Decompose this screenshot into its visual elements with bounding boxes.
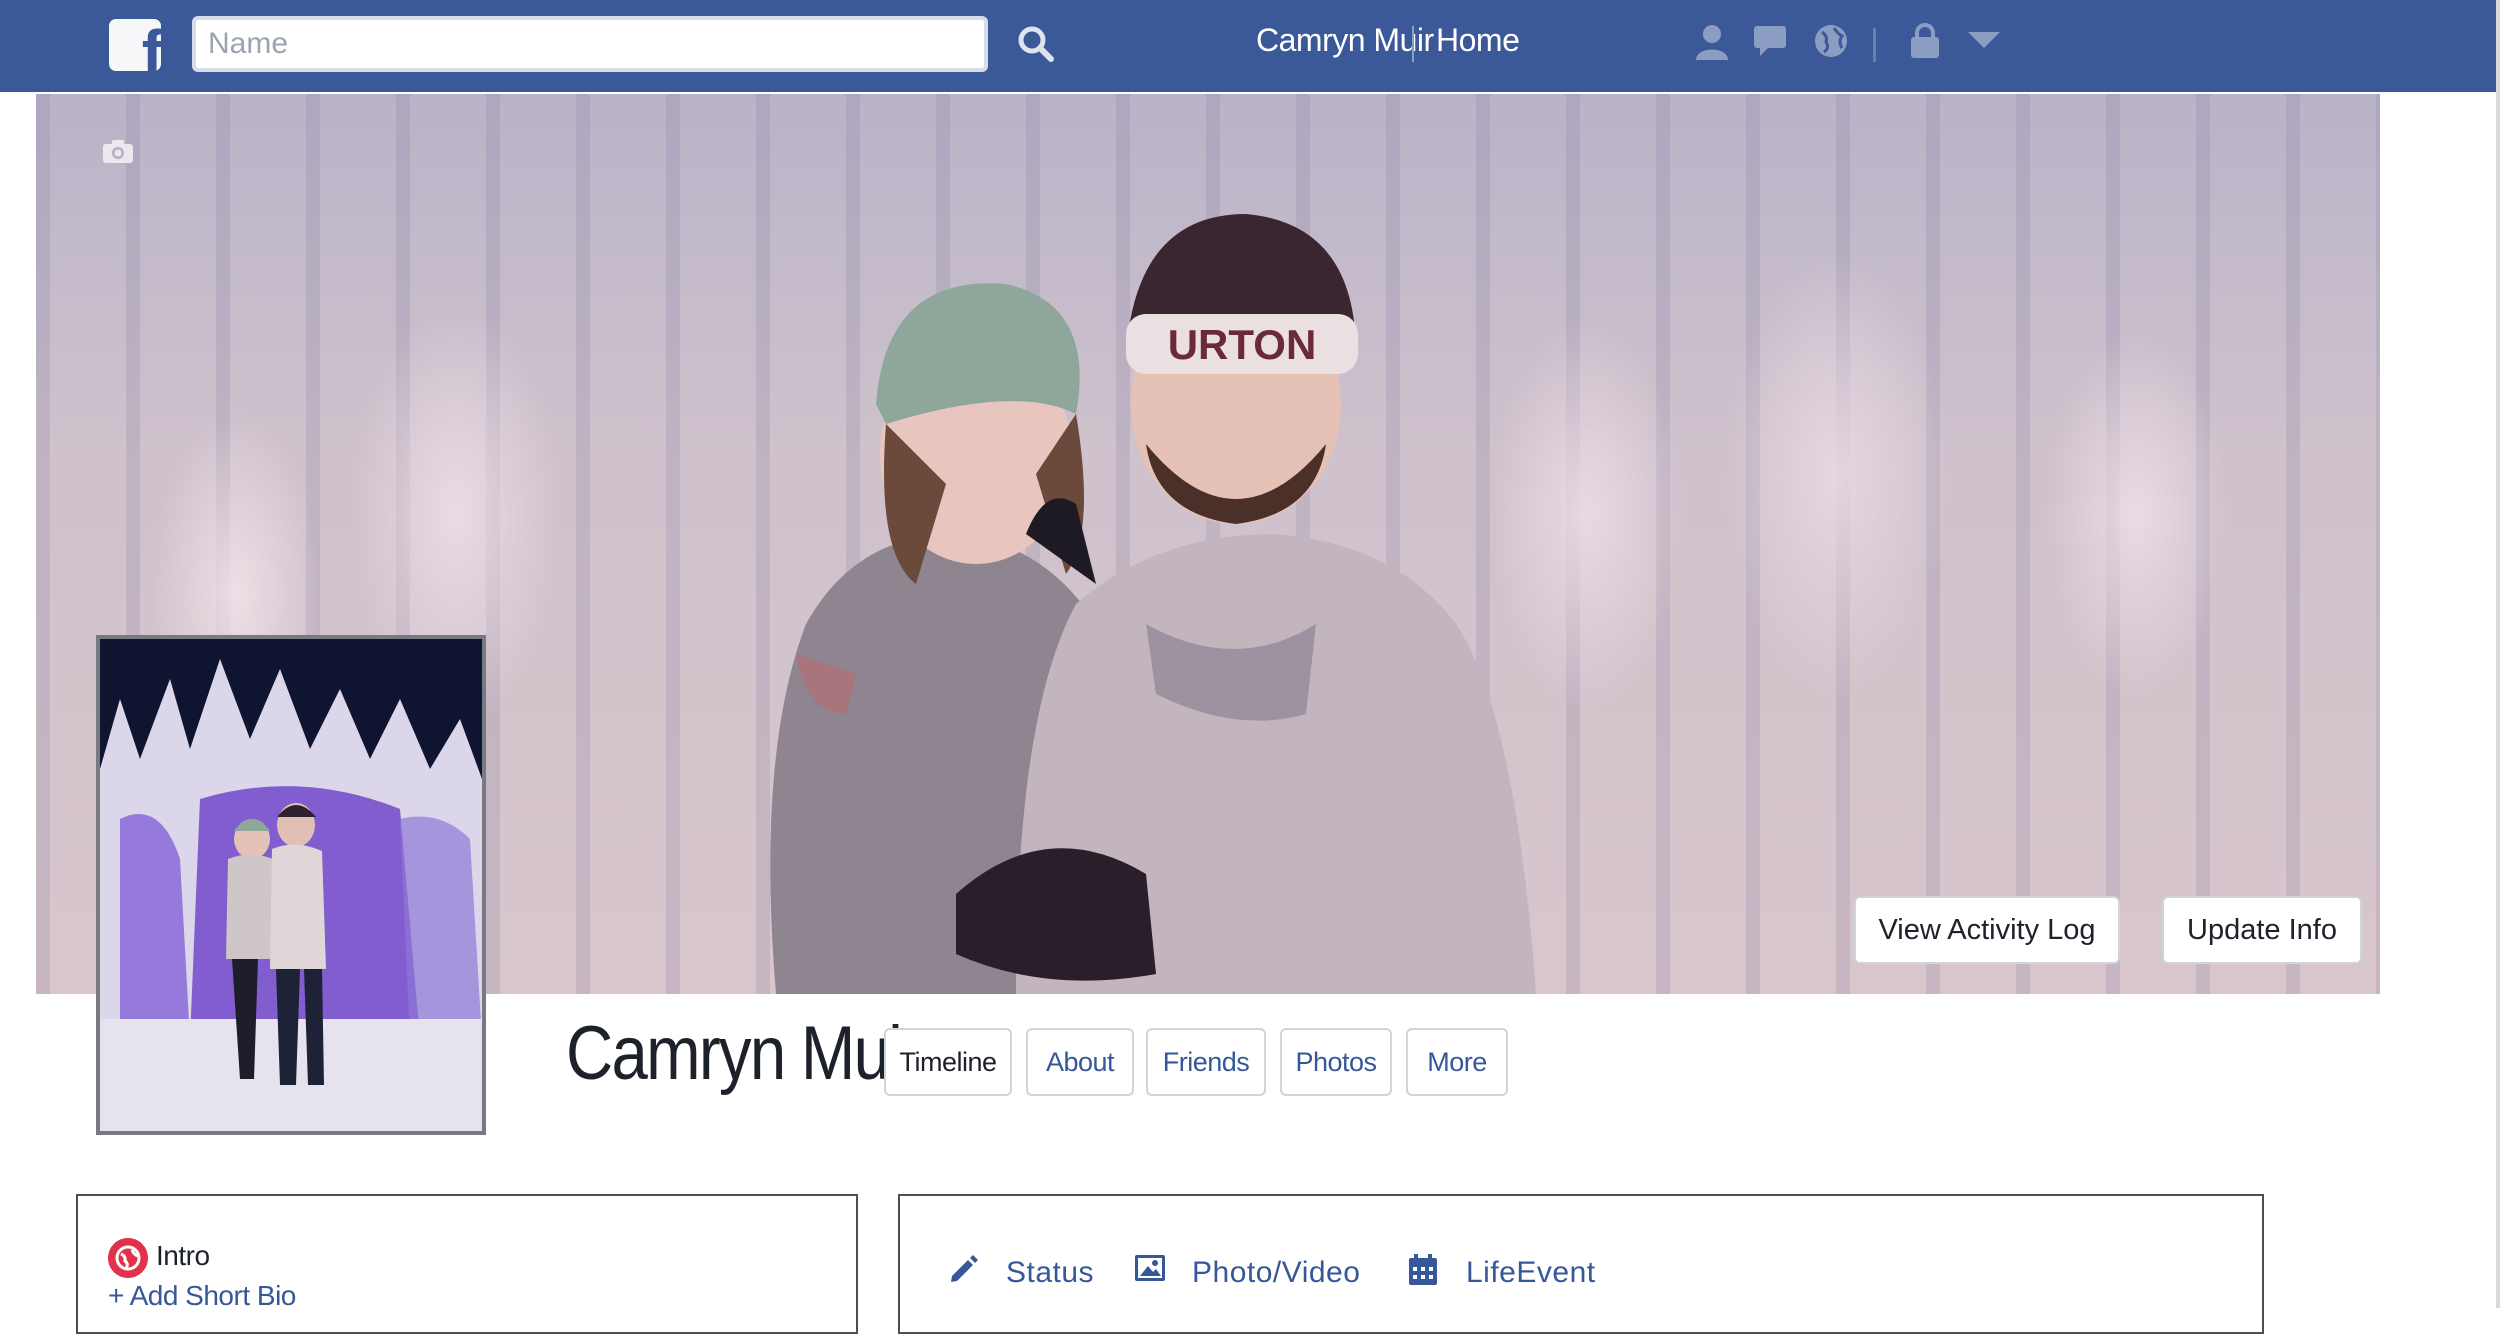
search-icon[interactable]: [1016, 24, 1056, 64]
svg-text:URTON: URTON: [1168, 321, 1317, 368]
account-menu-chevron-icon[interactable]: [1968, 32, 2000, 50]
page-edge: [2496, 0, 2500, 1308]
notifications-globe-icon[interactable]: [1812, 22, 1850, 60]
privacy-lock-icon[interactable]: [1908, 22, 1942, 60]
image-icon[interactable]: [1134, 1254, 1166, 1282]
post-composer: Status Photo/Video LifeEvent: [898, 1194, 2264, 1334]
toolbar-divider: [1873, 28, 1876, 62]
tab-photos[interactable]: Photos: [1280, 1028, 1392, 1096]
nav-profile-link[interactable]: Camryn Muir: [1256, 22, 1434, 59]
search-input[interactable]: [192, 16, 988, 72]
globe-icon: [108, 1238, 148, 1278]
photo-video-option[interactable]: Photo/Video: [1192, 1256, 1360, 1290]
camera-icon[interactable]: [102, 138, 134, 164]
update-info-button[interactable]: Update Info: [2162, 896, 2362, 964]
profile-photo-illustration: [100, 639, 482, 1131]
tab-timeline[interactable]: Timeline: [884, 1028, 1012, 1096]
nav-divider: [1412, 26, 1414, 62]
intro-card: Intro + Add Short Bio: [76, 1194, 858, 1334]
pencil-icon[interactable]: [948, 1254, 978, 1284]
status-option[interactable]: Status: [1006, 1256, 1094, 1290]
facebook-logo-icon[interactable]: f: [109, 19, 161, 71]
view-activity-log-button[interactable]: View Activity Log: [1854, 896, 2120, 964]
life-event-option[interactable]: LifeEvent: [1466, 1256, 1596, 1290]
tab-about[interactable]: About: [1026, 1028, 1134, 1096]
messages-icon[interactable]: [1752, 22, 1788, 58]
cover-couple-illustration: URTON: [770, 214, 1536, 994]
calendar-icon[interactable]: [1408, 1254, 1438, 1286]
profile-picture[interactable]: [96, 635, 486, 1135]
nav-home-link[interactable]: Home: [1436, 22, 1520, 59]
tab-more[interactable]: More: [1406, 1028, 1508, 1096]
add-short-bio-link[interactable]: + Add Short Bio: [108, 1280, 296, 1312]
intro-title: Intro: [156, 1240, 210, 1271]
tab-friends[interactable]: Friends: [1146, 1028, 1266, 1096]
top-navigation-bar: f Camryn Muir Home: [0, 0, 2496, 92]
profile-name-heading: Camryn Muir: [566, 1011, 923, 1096]
friends-icon[interactable]: [1694, 22, 1730, 62]
